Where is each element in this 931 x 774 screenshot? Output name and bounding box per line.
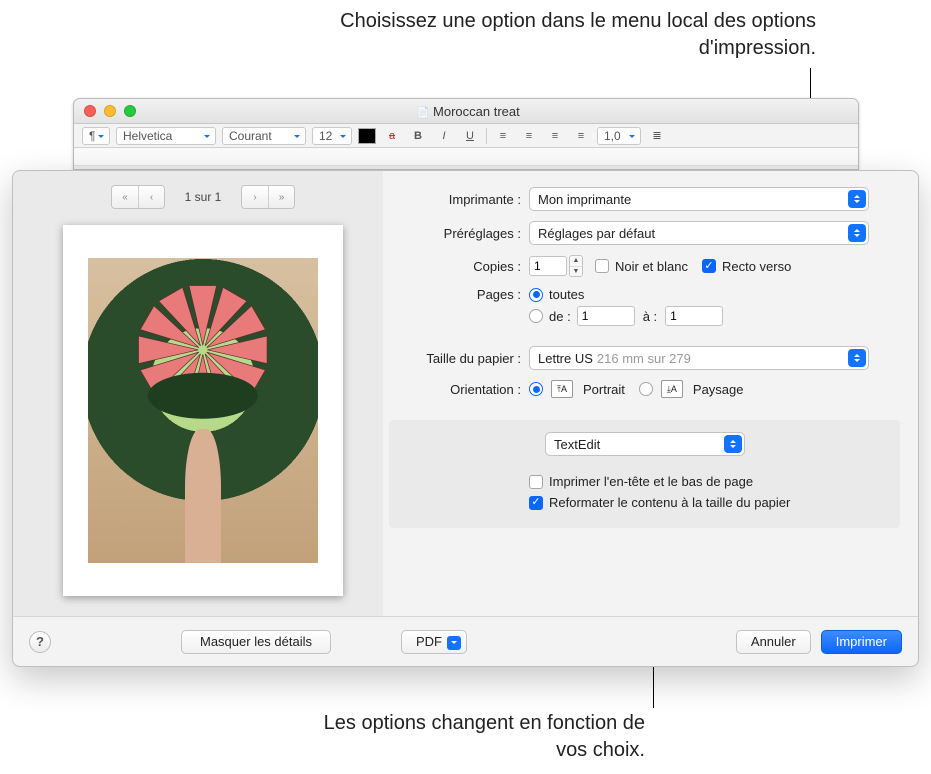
pages-range-radio[interactable]: de : <box>529 309 571 324</box>
bw-checkbox[interactable]: Noir et blanc <box>595 259 688 274</box>
minimize-icon[interactable] <box>104 105 116 117</box>
pages-label: Pages : <box>389 287 529 302</box>
paper-size-select[interactable]: Lettre US 216 mm sur 279 <box>529 346 869 370</box>
paper-size-dims: 216 mm sur 279 <box>597 351 691 366</box>
checkbox-box <box>702 259 716 273</box>
help-button[interactable]: ? <box>29 631 51 653</box>
landscape-icon: ⤓A <box>661 380 683 398</box>
pdf-menu-button[interactable]: PDF <box>401 630 467 654</box>
orientation-portrait-label: Portrait <box>583 382 625 397</box>
radio-dot <box>639 382 653 396</box>
copies-input[interactable] <box>529 256 567 276</box>
dropdown-arrows-icon <box>724 435 742 453</box>
copies-down-button[interactable]: ▼ <box>570 266 582 276</box>
print-dialog: « ‹ 1 sur 1 › » <box>12 170 919 667</box>
bold-button[interactable]: B <box>408 127 428 145</box>
twosided-label: Recto verso <box>722 259 791 274</box>
pages-from-label: de : <box>549 309 571 324</box>
print-options-menu-value: TextEdit <box>554 437 600 452</box>
app-options-panel: TextEdit Imprimer l'en-tête et le bas de… <box>389 420 900 528</box>
strike-color-button[interactable]: a <box>382 127 402 145</box>
list-style-button[interactable]: ≣ <box>647 127 667 145</box>
page-indicator: 1 sur 1 <box>173 190 233 204</box>
bw-label: Noir et blanc <box>615 259 688 274</box>
header-footer-checkbox[interactable]: Imprimer l'en-tête et le bas de page <box>529 474 884 489</box>
copies-stepper[interactable]: ▲ ▼ <box>569 255 583 277</box>
callout-bottom: Les options changent en fonction de vos … <box>305 710 645 764</box>
align-center-button[interactable]: ≡ <box>519 127 539 145</box>
paper-size-label: Taille du papier : <box>389 351 529 366</box>
header-footer-label: Imprimer l'en-tête et le bas de page <box>549 474 753 489</box>
textedit-window: Moroccan treat ¶ Helvetica Courant 12 a … <box>73 98 859 170</box>
italic-button[interactable]: I <box>434 127 454 145</box>
presets-label: Préréglages : <box>389 226 529 241</box>
printer-select[interactable]: Mon imprimante <box>529 187 869 211</box>
window-traffic-lights[interactable] <box>84 105 136 117</box>
hide-details-button[interactable]: Masquer les détails <box>181 630 331 654</box>
callout-top: Choisissez une option dans le menu local… <box>336 8 816 62</box>
prev-page-button[interactable]: ‹ <box>138 186 164 208</box>
presets-value: Réglages par défaut <box>538 226 655 241</box>
font-size-select[interactable]: 12 <box>312 127 352 145</box>
orientation-label: Orientation : <box>389 382 529 397</box>
radio-dot <box>529 382 543 396</box>
pages-all-radio[interactable]: toutes <box>529 287 584 302</box>
preview-panel: « ‹ 1 sur 1 › » <box>13 171 383 616</box>
document-title: Moroccan treat <box>136 104 800 119</box>
font-typeface-select[interactable]: Courant <box>222 127 306 145</box>
rewrap-checkbox[interactable]: Reformater le contenu à la taille du pap… <box>529 495 884 510</box>
copies-label: Copies : <box>389 259 529 274</box>
radio-dot <box>529 288 543 302</box>
rewrap-label: Reformater le contenu à la taille du pap… <box>549 495 790 510</box>
underline-button[interactable]: U <box>460 127 480 145</box>
pages-to-input[interactable] <box>665 306 723 326</box>
print-options-menu[interactable]: TextEdit <box>545 432 745 456</box>
format-toolbar: ¶ Helvetica Courant 12 a B I U ≡ ≡ ≡ ≡ 1… <box>74 124 858 148</box>
paper-size-value: Lettre US <box>538 351 593 366</box>
pages-all-label: toutes <box>549 287 584 302</box>
print-options-panel: Imprimante : Mon imprimante Préréglages … <box>383 171 918 616</box>
page-back-segment[interactable]: « ‹ <box>111 185 165 209</box>
line-spacing-select[interactable]: 1,0 <box>597 127 641 145</box>
text-color-swatch[interactable] <box>358 128 376 144</box>
dialog-footer: ? Masquer les détails PDF Annuler Imprim… <box>13 616 918 666</box>
page-forward-segment[interactable]: › » <box>241 185 295 209</box>
printer-value: Mon imprimante <box>538 192 631 207</box>
paragraph-style-select[interactable]: ¶ <box>82 127 110 145</box>
print-button[interactable]: Imprimer <box>821 630 902 654</box>
close-icon[interactable] <box>84 105 96 117</box>
first-page-button[interactable]: « <box>112 186 138 208</box>
pages-to-label: à : <box>635 309 665 324</box>
checkbox-box <box>529 496 543 510</box>
align-right-button[interactable]: ≡ <box>545 127 565 145</box>
cancel-button[interactable]: Annuler <box>736 630 811 654</box>
preview-image <box>88 258 318 562</box>
orientation-landscape-label: Paysage <box>693 382 744 397</box>
checkbox-box <box>595 259 609 273</box>
ruler <box>74 148 858 166</box>
orientation-landscape-radio[interactable]: ⤓A Paysage <box>639 380 744 398</box>
checkbox-box <box>529 475 543 489</box>
next-page-button[interactable]: › <box>242 186 268 208</box>
radio-dot <box>529 309 543 323</box>
print-preview-page <box>63 225 343 596</box>
pdf-label: PDF <box>416 634 442 649</box>
copies-up-button[interactable]: ▲ <box>570 256 582 266</box>
last-page-button[interactable]: » <box>268 186 294 208</box>
portrait-icon: ⤒A <box>551 380 573 398</box>
printer-label: Imprimante : <box>389 192 529 207</box>
page-navigator: « ‹ 1 sur 1 › » <box>33 185 373 209</box>
align-justify-button[interactable]: ≡ <box>571 127 591 145</box>
dropdown-arrows-icon <box>848 349 866 367</box>
align-left-button[interactable]: ≡ <box>493 127 513 145</box>
window-titlebar: Moroccan treat <box>74 99 858 124</box>
font-family-select[interactable]: Helvetica <box>116 127 216 145</box>
orientation-portrait-radio[interactable]: ⤒A Portrait <box>529 380 625 398</box>
presets-select[interactable]: Réglages par défaut <box>529 221 869 245</box>
twosided-checkbox[interactable]: Recto verso <box>702 259 791 274</box>
pages-from-input[interactable] <box>577 306 635 326</box>
dropdown-arrows-icon <box>848 190 866 208</box>
zoom-icon[interactable] <box>124 105 136 117</box>
dropdown-arrows-icon <box>848 224 866 242</box>
